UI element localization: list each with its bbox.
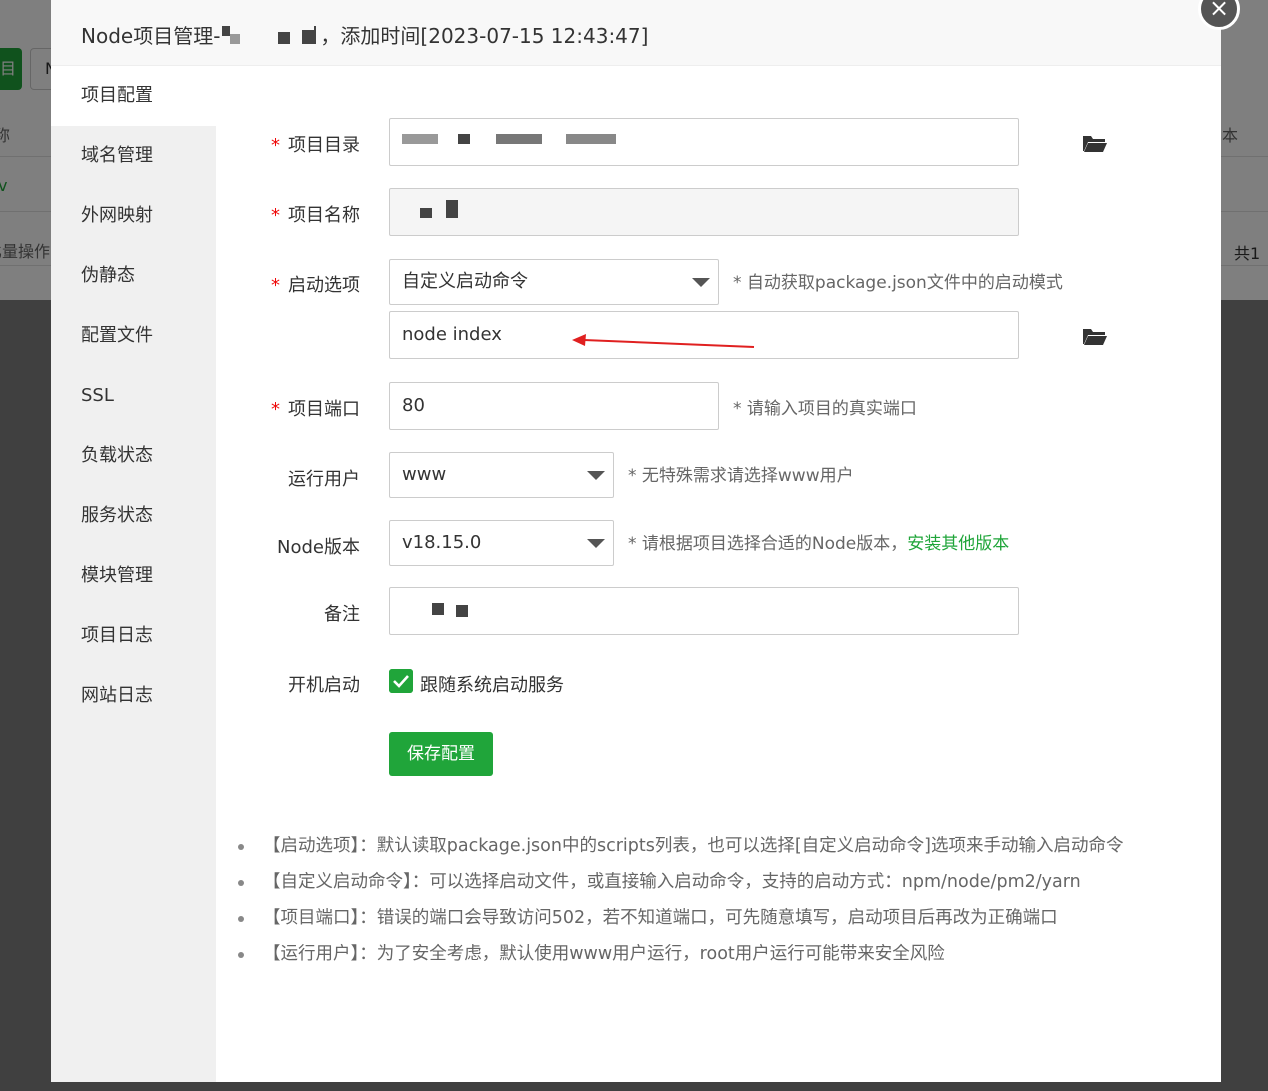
help-notes: 【启动选项】：默认读取package.json中的scripts列表，也可以选择… — [238, 828, 1198, 972]
run-user-selected: www — [402, 464, 447, 485]
help-note-item: 【项目端口】：错误的端口会导致访问502，若不知道端口，可先随意填写，启动项目后… — [238, 900, 1198, 936]
node-version-select[interactable]: v18.15.0 — [389, 520, 614, 566]
sidebar-item-modules[interactable]: 模块管理 — [51, 546, 216, 606]
help-note-item: 【启动选项】：默认读取package.json中的scripts列表，也可以选择… — [238, 828, 1198, 864]
sidebar-item-project-log[interactable]: 项目日志 — [51, 606, 216, 666]
autostart-label: 开机启动 — [288, 675, 360, 696]
folder-open-icon[interactable] — [1082, 326, 1108, 346]
project-port-value: 80 — [402, 395, 425, 416]
dialog-title-prefix: Node项目管理- — [81, 24, 221, 48]
help-note-item: 【自定义启动命令】：可以选择启动文件，或直接输入启动命令，支持的启动方式：npm… — [238, 864, 1198, 900]
annotation-arrow — [572, 334, 755, 348]
sidebar-item-ssl[interactable]: SSL — [51, 366, 216, 426]
start-command-value: node index — [402, 324, 502, 345]
start-option-hint: * 自动获取package.json文件中的启动模式 — [733, 273, 1063, 293]
redacted-remark — [402, 599, 482, 619]
install-other-version-link[interactable]: 安装其他版本 — [907, 534, 1009, 554]
autostart-checkbox-label[interactable]: 跟随系统启动服务 — [420, 671, 564, 697]
node-version-selected: v18.15.0 — [402, 532, 482, 553]
sidebar-item-external-mapping[interactable]: 外网映射 — [51, 186, 216, 246]
sidebar-item-rewrite[interactable]: 伪静态 — [51, 246, 216, 306]
start-option-selected: 自定义启动命令 — [402, 271, 528, 292]
project-name-label: * 项目名称 — [271, 205, 360, 226]
chevron-down-icon — [587, 471, 605, 480]
project-dir-label: * 项目目录 — [271, 135, 360, 156]
sidebar-item-site-log[interactable]: 网站日志 — [51, 666, 216, 726]
save-config-button[interactable]: 保存配置 — [389, 732, 493, 776]
project-port-input[interactable]: 80 — [389, 382, 719, 430]
project-config-form: * 项目目录 * 项目名称 * 启动选项 自定义启动命令 * 自动获取package.… — [216, 66, 1221, 1082]
sidebar-item-service-status[interactable]: 服务状态 — [51, 486, 216, 546]
node-project-dialog: Node项目管理- ，添加时间[2023-07-15 12:43:47] 项目配置… — [51, 0, 1221, 1082]
dialog-sidebar: 项目配置 域名管理 外网映射 伪静态 配置文件 SSL 负载状态 服务状态 模块… — [51, 66, 216, 1082]
folder-open-icon[interactable] — [1082, 133, 1108, 153]
start-option-select[interactable]: 自定义启动命令 — [389, 259, 719, 305]
chevron-down-icon — [692, 278, 710, 287]
start-option-label: * 启动选项 — [271, 275, 360, 296]
node-version-label: Node版本 — [277, 537, 360, 558]
redacted-project-name — [220, 26, 320, 46]
node-version-hint: * 请根据项目选择合适的Node版本，安装其他版本 — [628, 534, 1010, 554]
redacted-project-dir — [402, 130, 632, 150]
project-dir-input[interactable] — [389, 118, 1019, 166]
dialog-title: Node项目管理- ，添加时间[2023-07-15 12:43:47] — [81, 20, 648, 49]
dialog-title-suffix: ，添加时间[2023-07-15 12:43:47] — [320, 24, 649, 48]
dialog-header: Node项目管理- ，添加时间[2023-07-15 12:43:47] — [51, 0, 1221, 66]
sidebar-item-project-config[interactable]: 项目配置 — [51, 66, 216, 126]
project-port-label: * 项目端口 — [271, 399, 360, 420]
help-note-item: 【运行用户】：为了安全考虑，默认使用www用户运行，root用户运行可能带来安全… — [238, 936, 1198, 972]
remark-input[interactable] — [389, 587, 1019, 635]
sidebar-item-domain[interactable]: 域名管理 — [51, 126, 216, 186]
redacted-project-name-value — [402, 200, 482, 220]
sidebar-item-load-status[interactable]: 负载状态 — [51, 426, 216, 486]
sidebar-item-config-file[interactable]: 配置文件 — [51, 306, 216, 366]
run-user-select[interactable]: www — [389, 452, 614, 498]
project-name-input[interactable] — [389, 188, 1019, 236]
chevron-down-icon — [587, 539, 605, 548]
remark-label: 备注 — [324, 604, 360, 625]
project-port-hint: * 请输入项目的真实端口 — [733, 399, 917, 419]
run-user-hint: * 无特殊需求请选择www用户 — [628, 466, 854, 486]
run-user-label: 运行用户 — [288, 469, 360, 490]
autostart-checkbox[interactable] — [389, 669, 413, 693]
